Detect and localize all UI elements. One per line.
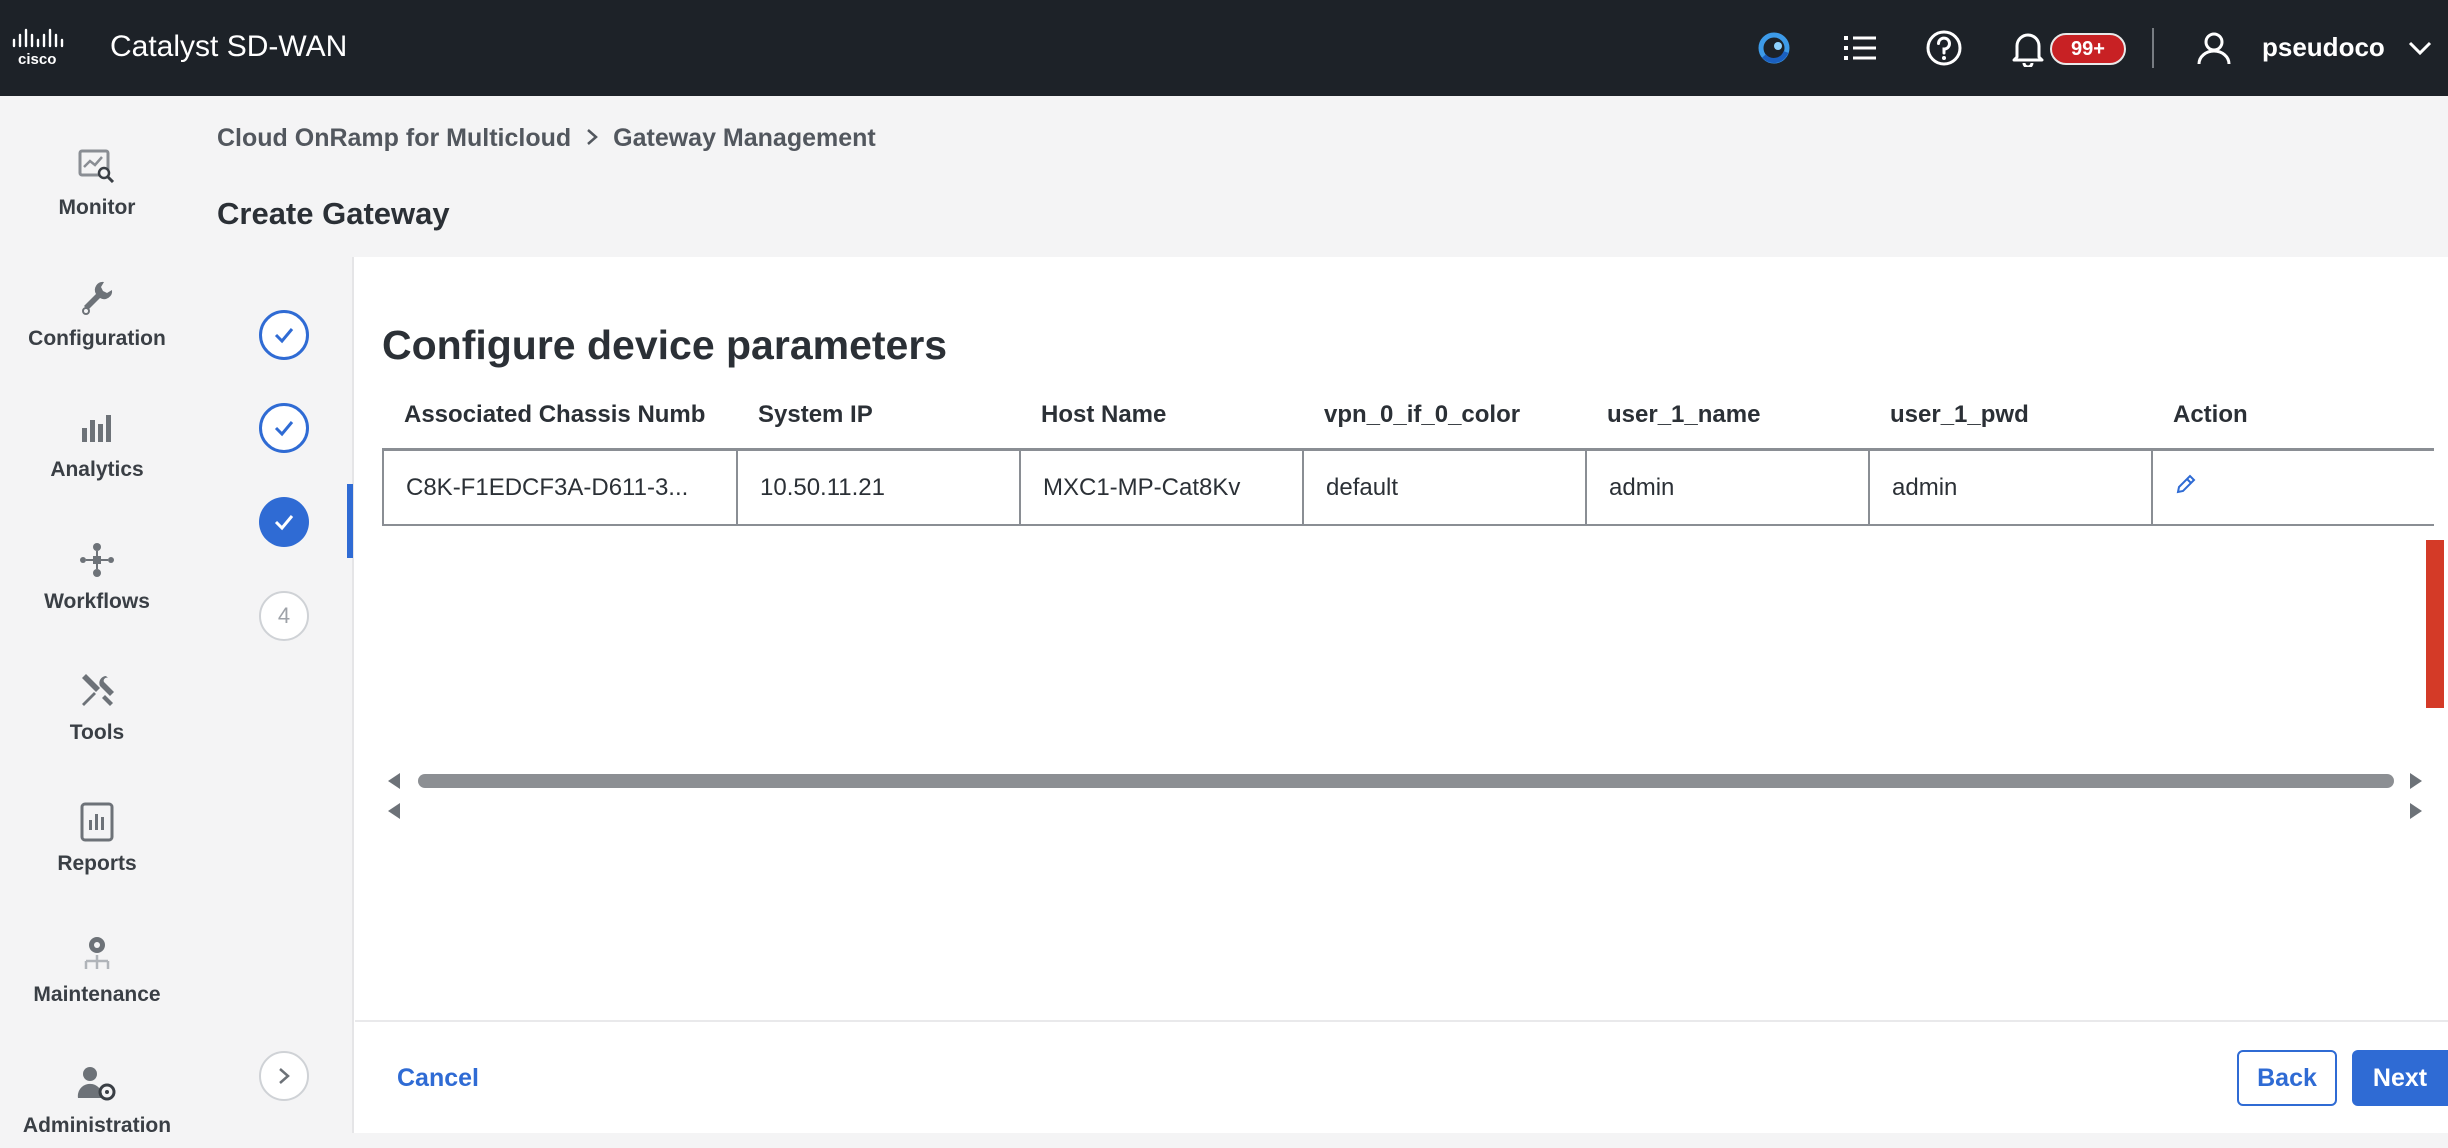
nav-administration[interactable]: Administration: [0, 1058, 194, 1148]
nav-workflows[interactable]: Workflows: [0, 534, 194, 644]
vpn-color-cell[interactable]: default: [1304, 451, 1587, 524]
breadcrumb-item: Gateway Management: [613, 124, 876, 152]
check-icon: [274, 421, 294, 437]
chevron-right-icon: [279, 1068, 290, 1084]
next-button[interactable]: Next: [2352, 1050, 2448, 1106]
nav-label: Administration: [22, 1114, 172, 1137]
wrench-icon: [77, 277, 117, 317]
notification-badge[interactable]: 99+: [2050, 33, 2126, 65]
nav-tools[interactable]: Tools: [0, 665, 194, 775]
page-title: Create Gateway: [217, 196, 450, 231]
nav-label: Maintenance: [33, 983, 161, 1006]
bell-icon[interactable]: [2006, 26, 2050, 70]
nav-reports[interactable]: Reports: [0, 796, 194, 906]
expand-stepper-button[interactable]: [259, 1051, 309, 1101]
nav-monitor[interactable]: Monitor: [0, 140, 194, 250]
tools-icon: [77, 671, 117, 711]
column-header[interactable]: user_1_pwd: [1868, 385, 2151, 445]
table-row[interactable]: C8K-F1EDCF3A-D611-3... 10.50.11.21 MXC1-…: [382, 448, 2434, 526]
column-header: Action: [2173, 401, 2248, 428]
cancel-button[interactable]: Cancel: [397, 1064, 479, 1093]
user-icon[interactable]: [2192, 26, 2236, 70]
nav-configuration[interactable]: Configuration: [0, 271, 194, 381]
scroll-thumb[interactable]: [418, 774, 2394, 788]
nav-maintenance[interactable]: Maintenance: [0, 927, 194, 1037]
report-icon: [77, 802, 117, 842]
breadcrumb-item[interactable]: Cloud OnRamp for Multicloud: [217, 124, 571, 153]
monitor-icon: [77, 146, 117, 186]
system-ip-cell[interactable]: 10.50.11.21: [738, 451, 1021, 524]
help-icon[interactable]: [1922, 26, 1966, 70]
nav-label: Tools: [69, 721, 125, 744]
nav-label: Monitor: [58, 196, 136, 219]
check-icon: [274, 515, 294, 531]
step-2-complete[interactable]: [259, 403, 309, 453]
svg-text:cisco: cisco: [18, 51, 56, 68]
step-3-current[interactable]: [259, 497, 309, 547]
scroll-right-icon[interactable]: [2408, 802, 2424, 820]
nav-label: Reports: [57, 852, 137, 875]
divider: [2152, 28, 2154, 68]
column-header[interactable]: System IP: [736, 385, 1019, 445]
current-step-marker: [347, 484, 353, 558]
nav-analytics[interactable]: Analytics: [0, 402, 194, 512]
back-button[interactable]: Back: [2237, 1050, 2337, 1106]
left-nav: Monitor Configuration Analytics Workflow…: [0, 96, 194, 1148]
user-name-cell[interactable]: admin: [1587, 451, 1870, 524]
edit-icon[interactable]: [2175, 473, 2197, 502]
check-icon: [274, 328, 294, 344]
host-name-cell[interactable]: MXC1-MP-Cat8Kv: [1021, 451, 1304, 524]
scroll-left-icon[interactable]: [386, 802, 402, 820]
username[interactable]: pseudoco: [2262, 32, 2385, 63]
breadcrumb: Cloud OnRamp for Multicloud Gateway Mana…: [217, 124, 876, 153]
step-4-pending[interactable]: 4: [259, 591, 309, 641]
breadcrumb-separator: [585, 124, 599, 153]
admin-icon: [77, 1064, 117, 1104]
action-cell: [2153, 451, 2434, 524]
table-header: Associated Chassis Numb System IP Host N…: [382, 385, 2432, 445]
assistant-icon[interactable]: [1752, 26, 1796, 70]
chevron-down-icon[interactable]: [2400, 26, 2440, 70]
stepper: 4: [217, 257, 354, 1133]
nav-label: Workflows: [44, 590, 150, 613]
section-title: Configure device parameters: [382, 322, 948, 368]
footer-actions: Cancel Back Next: [355, 1020, 2448, 1133]
column-header[interactable]: vpn_0_if_0_color: [1302, 385, 1585, 445]
scroll-right-icon[interactable]: [2408, 772, 2424, 790]
horizontal-scrollbar[interactable]: [382, 770, 2432, 826]
top-bar: cisco Catalyst SD-WAN 99+ pseudoco: [0, 0, 2448, 96]
column-header[interactable]: user_1_name: [1585, 385, 1868, 445]
nav-label: Analytics: [50, 458, 144, 481]
maintenance-icon: [77, 933, 117, 973]
workflow-icon: [77, 540, 117, 580]
scroll-left-icon[interactable]: [386, 772, 402, 790]
step-1-complete[interactable]: [259, 310, 309, 360]
column-header[interactable]: Associated Chassis Numb: [382, 385, 736, 445]
app-title: Catalyst SD-WAN: [110, 30, 348, 63]
vertical-scroll-thumb[interactable]: [2426, 540, 2444, 708]
column-header[interactable]: Host Name: [1019, 385, 1302, 445]
task-list-icon[interactable]: [1838, 26, 1882, 70]
user-pwd-cell[interactable]: admin: [1870, 451, 2153, 524]
analytics-icon: [77, 408, 117, 448]
chassis-cell[interactable]: C8K-F1EDCF3A-D611-3...: [384, 451, 738, 524]
nav-label: Configuration: [28, 327, 166, 350]
cisco-logo[interactable]: cisco: [8, 26, 78, 70]
